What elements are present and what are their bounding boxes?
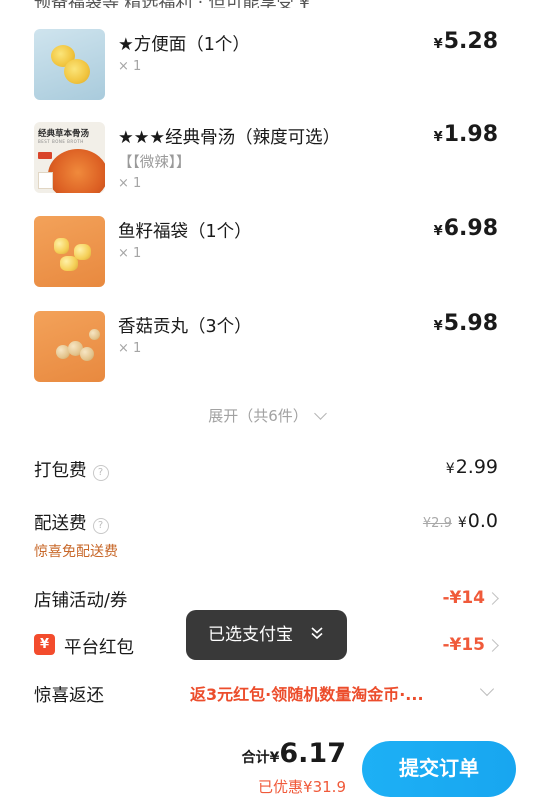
platform-redpacket-value[interactable]: -¥15 [442,635,485,655]
item-option: 【【微辣】】 [118,155,191,171]
order-item-mushroom-ball: 香菇贡丸（3个） × 1 ¥5.98 [0,311,533,382]
toast-text: 已选支付宝 [208,625,293,645]
packing-fee-label: 打包费? [34,457,109,482]
double-chevron-down-icon [311,627,323,640]
payment-method-toast[interactable]: 已选支付宝 [186,610,347,660]
order-total: 合计¥6.17 [241,738,346,769]
cutoff-text: 预备福袋等 精选福利 · 但可能享受 ¥ [34,0,310,8]
packing-fee-value: ¥2.99 [445,456,498,478]
submit-order-button[interactable]: 提交订单 [362,741,516,797]
item-qty: × 1 [118,341,142,356]
delivery-fee-label: 配送费? [34,510,109,535]
chevron-down-icon [313,407,327,420]
item-qty: × 1 [118,59,142,74]
cutoff-header: 预备福袋等 精选福利 · 但可能享受 ¥ [0,0,533,8]
saved-amount: 已优惠¥31.9 [258,778,346,796]
platform-redpacket-label: 平台红包 [64,638,134,658]
chevron-down-icon[interactable] [479,681,495,697]
store-promo-label: 店铺活动/券 [34,591,128,611]
item-name: ★方便面（1个） [118,35,250,55]
original-delivery-fee: ¥2.9 [422,516,452,531]
chevron-right-icon[interactable] [486,639,499,652]
instant-noodle-icon [34,29,105,100]
surprise-reward-value[interactable]: 返3元红包·领随机数量淘金币·... [190,681,424,705]
fish-roe-bag-icon [34,216,105,287]
total-amount: 6.17 [279,738,346,769]
expand-label: 展开（共6件） [208,407,308,425]
item-price: ¥5.98 [433,311,498,336]
free-delivery-note: 惊喜免配送费 [34,544,118,560]
order-item-fish-roe: 鱼籽福袋（1个） × 1 ¥6.98 [0,216,533,287]
item-name: 香菇贡丸（3个） [118,317,252,337]
help-icon[interactable]: ? [92,518,109,534]
bone-soup-icon: 经典草本骨汤 BEST BONE BROTH [34,122,105,193]
item-name: ★★★经典骨汤（辣度可选） [118,128,341,148]
item-price: ¥1.98 [433,122,498,147]
chevron-right-icon[interactable] [486,592,499,605]
item-name: 鱼籽福袋（1个） [118,222,252,242]
item-qty: × 1 [118,176,142,191]
item-qty: × 1 [118,246,142,261]
mushroom-meatball-icon [34,311,105,382]
red-packet-icon: ¥ [34,634,55,655]
order-item-bone-soup: 经典草本骨汤 BEST BONE BROTH ★★★经典骨汤（辣度可选） 【【微… [0,122,533,193]
help-icon[interactable]: ? [92,465,109,481]
total-label: 合计 [241,750,270,766]
delivery-fee-value: ¥2.9 ¥0.0 [422,510,498,532]
surprise-reward-label: 惊喜返还 [34,686,104,706]
expand-items-button[interactable]: 展开（共6件） [0,405,533,426]
item-price: ¥6.98 [433,216,498,241]
order-item-noodle: ★方便面（1个） × 1 ¥5.28 [0,29,533,100]
store-promo-value[interactable]: -¥14 [442,588,485,608]
item-price: ¥5.28 [433,29,498,54]
